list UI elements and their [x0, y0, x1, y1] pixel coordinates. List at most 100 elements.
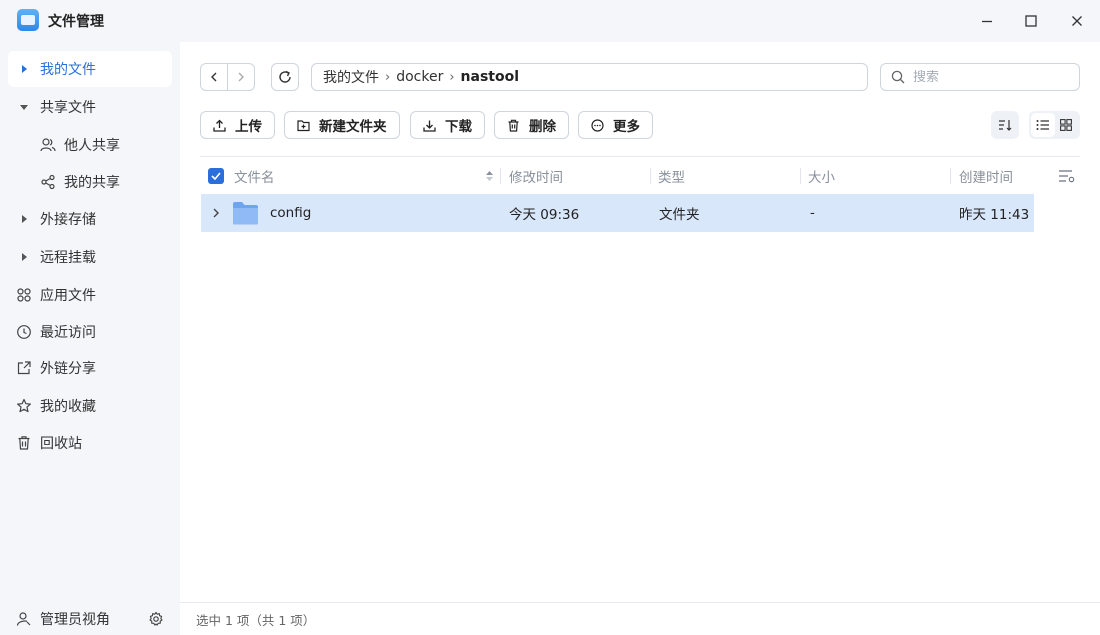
column-settings-icon[interactable] [1058, 157, 1076, 195]
new-folder-icon [297, 119, 310, 132]
breadcrumb-segment[interactable]: docker [396, 69, 443, 85]
new-folder-button[interactable]: 新建文件夹 [284, 111, 400, 139]
star-icon [8, 398, 40, 414]
maximize-icon[interactable] [1018, 8, 1044, 34]
sidebar-item-my-files[interactable]: 我的文件 [8, 51, 172, 87]
sidebar-item-label: 回收站 [40, 436, 82, 452]
more-button[interactable]: 更多 [578, 111, 653, 139]
sidebar-item-label: 最近访问 [40, 325, 96, 341]
download-label: 下载 [445, 119, 472, 135]
minimize-icon[interactable] [974, 8, 1000, 34]
sidebar-item-remote-mount[interactable]: 远程挂载 [8, 239, 172, 275]
trash-icon [8, 435, 40, 451]
sidebar-footer: 管理员视角 [0, 603, 180, 635]
sort-button[interactable] [991, 111, 1019, 139]
column-divider [800, 168, 801, 184]
breadcrumb-separator-icon: › [449, 69, 455, 85]
column-header-name[interactable]: 文件名 [234, 157, 275, 195]
upload-label: 上传 [235, 119, 262, 135]
sidebar-item-my-shares[interactable]: 我的共享 [8, 164, 172, 200]
chevron-right-icon [238, 72, 244, 82]
upload-icon [213, 119, 226, 132]
file-created: 昨天 11:43 [959, 207, 1030, 223]
grid-view-icon [1060, 119, 1073, 131]
delete-label: 删除 [529, 119, 556, 135]
search-input[interactable] [913, 69, 1063, 85]
sidebar-item-label: 应用文件 [40, 288, 96, 304]
sidebar-item-label: 远程挂载 [40, 250, 96, 266]
file-manager-app-icon [17, 9, 39, 31]
sidebar-item-label: 他人共享 [64, 138, 120, 154]
caret-down-icon [8, 103, 40, 111]
upload-button[interactable]: 上传 [200, 111, 275, 139]
caret-right-icon [8, 65, 40, 73]
list-view-icon [1036, 120, 1049, 130]
close-icon[interactable] [1064, 8, 1090, 34]
more-icon [591, 118, 604, 132]
sidebar: 我的文件 共享文件 他人共享 我的共享 外接存储 远程挂载 应用文件 最近访问 … [0, 42, 180, 635]
back-button[interactable] [201, 64, 227, 90]
column-header-created[interactable]: 创建时间 [959, 157, 1013, 195]
breadcrumb[interactable]: 我的文件 › docker › nastool [311, 63, 868, 91]
title-bar: 文件管理 [0, 0, 1100, 42]
grid-view-button[interactable] [1055, 113, 1079, 137]
gear-icon[interactable] [148, 611, 164, 627]
search-box[interactable] [880, 63, 1080, 91]
share-icon [32, 174, 64, 190]
sidebar-item-recent[interactable]: 最近访问 [8, 314, 172, 350]
column-divider [950, 168, 951, 184]
window-title: 文件管理 [48, 14, 104, 30]
caret-right-icon [8, 215, 40, 223]
status-text: 选中 1 项（共 1 项） [196, 612, 316, 628]
search-icon [891, 70, 905, 84]
table-row[interactable]: config 今天 09:36 文件夹 - 昨天 11:43 [201, 194, 1034, 232]
new-folder-label: 新建文件夹 [319, 119, 387, 135]
file-modified: 今天 09:36 [509, 207, 580, 223]
sidebar-item-link-share[interactable]: 外链分享 [8, 350, 172, 386]
list-view-button[interactable] [1031, 113, 1055, 137]
sidebar-item-label: 共享文件 [40, 100, 96, 116]
refresh-icon [279, 70, 291, 83]
sidebar-item-label: 外接存储 [40, 212, 96, 228]
sidebar-item-external-storage[interactable]: 外接存储 [8, 201, 172, 237]
users-icon [32, 137, 64, 153]
sidebar-item-recycle-bin[interactable]: 回收站 [8, 425, 172, 461]
sidebar-item-favorites[interactable]: 我的收藏 [8, 388, 172, 424]
expand-chevron-icon[interactable] [212, 194, 220, 232]
column-divider [650, 168, 651, 184]
trash-icon [507, 119, 520, 132]
file-name[interactable]: config [270, 194, 311, 232]
status-bar: 选中 1 项（共 1 项） [180, 602, 1100, 635]
column-header-modified[interactable]: 修改时间 [509, 157, 563, 195]
column-header-type[interactable]: 类型 [658, 157, 685, 195]
column-divider [500, 168, 501, 184]
admin-view-label: 管理员视角 [40, 612, 110, 628]
download-icon [423, 119, 436, 132]
folder-icon [232, 194, 259, 232]
sidebar-item-shared-files[interactable]: 共享文件 [8, 89, 172, 125]
download-button[interactable]: 下载 [410, 111, 485, 139]
sort-arrows-icon[interactable] [485, 157, 494, 195]
external-link-icon [8, 360, 40, 376]
chevron-left-icon [211, 72, 217, 82]
file-size: - [810, 205, 815, 221]
admin-view-toggle[interactable]: 管理员视角 [8, 601, 138, 635]
column-header-size[interactable]: 大小 [808, 157, 835, 195]
sidebar-item-shared-with-me[interactable]: 他人共享 [8, 127, 172, 163]
sort-icon [999, 120, 1012, 131]
sidebar-item-app-files[interactable]: 应用文件 [8, 277, 172, 313]
caret-right-icon [8, 253, 40, 261]
select-all-checkbox[interactable] [208, 157, 224, 195]
refresh-button[interactable] [271, 63, 299, 91]
sidebar-item-label: 我的收藏 [40, 399, 96, 415]
table-header: 文件名 修改时间 类型 大小 创建时间 [200, 156, 1080, 194]
view-toggle [1029, 111, 1080, 139]
sidebar-item-label: 外链分享 [40, 361, 96, 377]
breadcrumb-segment[interactable]: 我的文件 [323, 67, 379, 87]
more-label: 更多 [613, 119, 640, 135]
delete-button[interactable]: 删除 [494, 111, 569, 139]
breadcrumb-current: nastool [460, 69, 520, 85]
forward-button[interactable] [227, 64, 254, 90]
checkbox-checked-icon [208, 168, 224, 184]
admin-icon [8, 611, 40, 627]
